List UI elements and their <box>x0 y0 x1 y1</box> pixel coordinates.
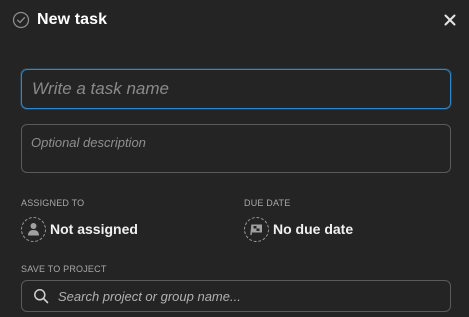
panel-header: New task <box>12 10 107 30</box>
description-field[interactable] <box>21 124 451 173</box>
task-name-field[interactable] <box>21 69 451 109</box>
new-task-panel: New task ASSIGNED TO Not assigned DUE DA… <box>0 0 469 317</box>
due-date-label: DUE DATE <box>244 198 291 208</box>
save-to-project-label: SAVE TO PROJECT <box>21 264 107 274</box>
panel-title: New task <box>37 11 108 28</box>
assignee-value: Not assigned <box>50 221 138 237</box>
project-search-field[interactable] <box>21 280 451 312</box>
project-search-input[interactable] <box>58 288 450 304</box>
description-input[interactable] <box>31 135 441 162</box>
user-icon <box>21 216 46 242</box>
check-circle-icon <box>12 11 30 29</box>
assigned-to-label: ASSIGNED TO <box>21 198 85 208</box>
assignee-picker[interactable]: Not assigned <box>21 216 138 242</box>
calendar-flag-icon <box>244 216 269 242</box>
close-icon[interactable] <box>442 12 458 28</box>
due-date-picker[interactable]: No due date <box>244 216 353 242</box>
task-name-input[interactable] <box>32 79 440 99</box>
due-date-value: No due date <box>273 221 354 237</box>
search-icon <box>34 289 49 304</box>
